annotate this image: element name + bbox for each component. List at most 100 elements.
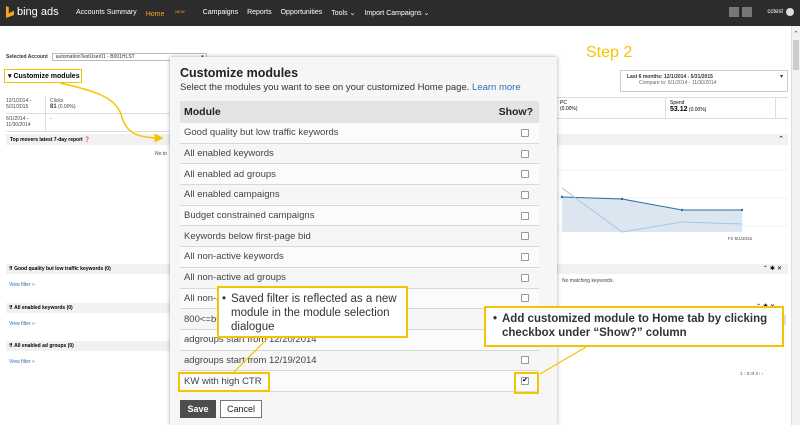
data-point <box>620 197 624 201</box>
view-filter-link[interactable]: View filter » <box>6 351 170 365</box>
chevron-down-icon: ▾ <box>779 74 783 80</box>
module-row: All enabled keywords <box>180 144 539 165</box>
nav-campaigns[interactable]: Campaigns <box>203 9 238 18</box>
panel-title: Good quality but low traffic keywords (0… <box>14 266 111 272</box>
dialog-title: Customize modules <box>180 66 299 80</box>
data-point <box>560 195 564 199</box>
module-table: Module Show? Good quality but low traffi… <box>180 101 539 392</box>
view-filter-link[interactable]: View filter » <box>6 274 170 288</box>
main-nav: Accounts Summary Home NEW Campaigns Repo… <box>76 9 438 18</box>
page-scrollbar[interactable]: ⌃ <box>791 26 800 425</box>
nav-home[interactable]: Home NEW <box>146 9 194 18</box>
help-icon[interactable] <box>786 8 794 16</box>
top-nav-bar: bing ads Accounts Summary Home NEW Campa… <box>0 0 800 26</box>
panel-title: All enabled keywords (0) <box>14 305 73 311</box>
table-row: 6/1/2014 - 11/30/2014 - <box>6 114 176 132</box>
module-row: Good quality but low traffic keywords <box>180 123 539 144</box>
module-label: All enabled campaigns <box>184 189 280 201</box>
customize-modules-label: Customize modules <box>13 73 80 80</box>
no-matching-text: No matching keywords. <box>562 278 614 284</box>
nav-opportunities[interactable]: Opportunities <box>281 9 323 18</box>
clicks-value: 81 <box>50 104 57 110</box>
module-label: Budget constrained campaigns <box>184 210 315 222</box>
view-filter-link[interactable]: View filter » <box>6 313 170 327</box>
table-row: 12/1/2014 - 5/31/2015 Clicks 81 (0.00%) <box>6 96 176 114</box>
module-rows: Good quality but low traffic keywords All… <box>180 123 539 392</box>
top-right-controls: cctest <box>729 7 794 17</box>
spend-change: (0.00%) <box>688 107 707 113</box>
show-checkbox[interactable] <box>521 356 529 365</box>
show-checkbox[interactable] <box>521 170 529 179</box>
nav-import-campaigns[interactable]: Import Campaigns ⌄ <box>364 9 429 18</box>
notifications-icon[interactable] <box>729 7 740 17</box>
dialog-subtitle-text: Select the modules you want to see on yo… <box>180 82 470 93</box>
settings-icon[interactable] <box>742 7 753 17</box>
pager: 1 - 3 of 3 ‹ › <box>740 371 764 376</box>
panel-controls-icon[interactable]: ⌃✱✕ <box>763 265 784 272</box>
module-table-header: Module Show? <box>180 101 539 123</box>
chart-header: ⌃ <box>556 134 788 145</box>
nav-accounts-summary[interactable]: Accounts Summary <box>76 9 137 18</box>
chart-axis-label: Fri 5/1/2015 <box>728 236 753 241</box>
pc-change: (0.00%) <box>560 106 578 112</box>
column-module: Module <box>184 106 221 118</box>
customize-modules-link[interactable]: ▾ Customize modules <box>4 69 82 83</box>
callout-text: Saved filter is reflected as a new modul… <box>222 292 400 334</box>
show-checkbox[interactable] <box>521 273 529 282</box>
nav-reports[interactable]: Reports <box>247 9 272 18</box>
show-checkbox[interactable] <box>521 232 529 241</box>
spend-value: 53.12 <box>670 106 688 113</box>
collapse-icon[interactable]: ⌃ <box>778 135 784 143</box>
pager-label: 1 - 3 of 3 <box>740 371 758 376</box>
module-label: All enabled ad groups <box>184 168 276 180</box>
data-point <box>680 208 684 212</box>
module-row: All non-active keywords <box>180 247 539 268</box>
show-checkbox[interactable] <box>521 128 529 137</box>
show-checkbox[interactable] <box>521 294 529 303</box>
clicks-cell: Clicks 81 (0.00%) <box>46 96 76 113</box>
module-label: All enabled keywords <box>184 148 274 160</box>
callout-add-module: Add customized module to Home tab by cli… <box>484 306 784 347</box>
show-checkbox[interactable] <box>521 211 529 220</box>
show-checkbox[interactable] <box>521 149 529 158</box>
top-movers-note: No to <box>155 151 167 157</box>
highlight-new-module <box>178 372 270 392</box>
metrics-row: PC (0.00%) Spend 53.12 (0.00%) <box>556 97 788 119</box>
show-checkbox[interactable] <box>521 190 529 199</box>
bing-ads-logo[interactable]: bing ads <box>6 6 59 18</box>
user-name[interactable]: cctest <box>767 9 783 15</box>
pc-metric: PC (0.00%) <box>556 98 666 118</box>
panel-title: All enabled ad groups (0) <box>14 343 74 349</box>
bing-logo-icon <box>6 6 14 18</box>
callout-text: Add customized module to Home tab by cli… <box>493 312 776 340</box>
module-row: adgroups start from 12/19/2014 <box>180 351 539 372</box>
module-row: All enabled ad groups <box>180 164 539 186</box>
customize-modules-dialog: Customize modules Select the modules you… <box>170 57 557 425</box>
clicks-prev: - <box>50 116 52 122</box>
period-previous: 6/1/2014 - 11/30/2014 <box>6 114 46 131</box>
scroll-up-icon[interactable]: ⌃ <box>793 30 799 38</box>
new-badge: NEW <box>175 9 185 14</box>
show-checkbox[interactable] <box>521 252 529 261</box>
module-row: All enabled campaigns <box>180 185 539 206</box>
date-range-selector[interactable]: Last 6 months: 12/1/2014 - 5/31/2015 Com… <box>620 70 788 92</box>
module-panel: ⠿ Good quality but low traffic keywords … <box>6 264 170 288</box>
data-point <box>740 208 744 212</box>
help-icon[interactable]: ❓ <box>84 137 90 143</box>
callout-saved-filter: Saved filter is reflected as a new modul… <box>217 286 408 338</box>
module-panel: ⠿ All enabled keywords (0) View filter » <box>6 303 170 327</box>
summary-table: 12/1/2014 - 5/31/2015 Clicks 81 (0.00%) … <box>6 96 176 132</box>
module-label: adgroups start from 12/19/2014 <box>184 354 317 366</box>
panel-header: ⠿ All enabled keywords (0) <box>6 303 170 313</box>
module-label: Good quality but low traffic keywords <box>184 127 339 139</box>
column-show: Show? <box>498 106 533 118</box>
top-movers-header: Top movers latest 7-day report ❓ <box>6 134 170 145</box>
period-current: 12/1/2014 - 5/31/2015 <box>6 96 46 113</box>
nav-tools[interactable]: Tools ⌄ <box>331 9 355 18</box>
panel-header: ⠿ Good quality but low traffic keywords … <box>6 264 170 274</box>
module-label: Keywords below first-page bid <box>184 230 311 242</box>
save-button[interactable]: Save <box>180 400 216 418</box>
scroll-thumb[interactable] <box>793 40 799 70</box>
learn-more-link[interactable]: Learn more <box>472 82 521 93</box>
cancel-button[interactable]: Cancel <box>220 400 262 418</box>
